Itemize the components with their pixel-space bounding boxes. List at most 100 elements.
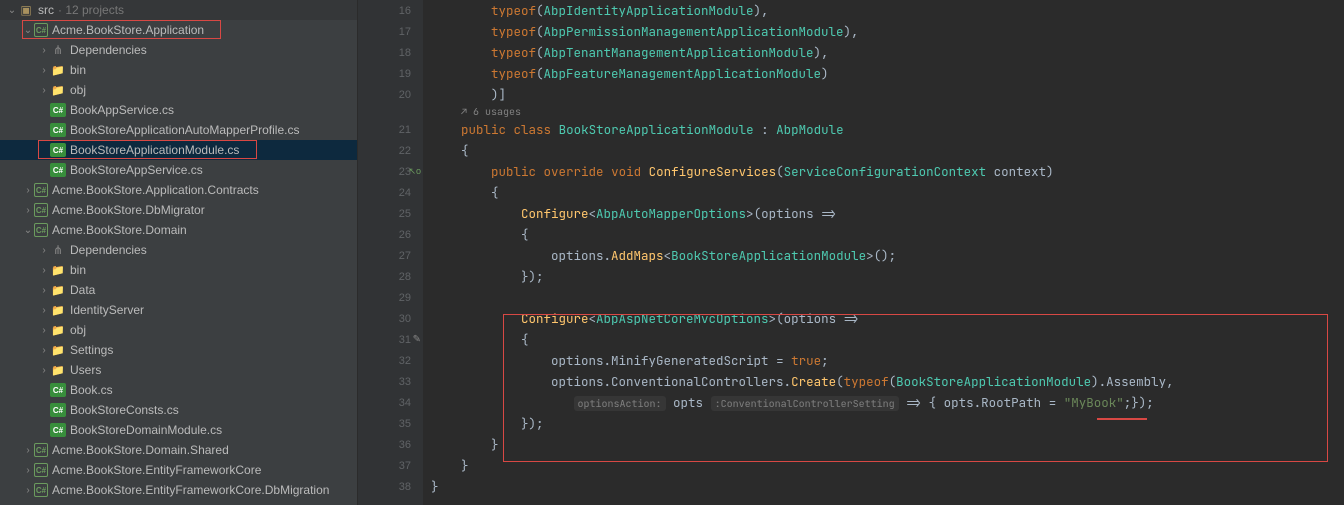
tree-item[interactable]: BookStoreAppService.cs <box>0 160 357 180</box>
code-line[interactable]: } <box>431 455 1344 476</box>
expand-arrow-icon[interactable] <box>22 184 34 196</box>
tree-item[interactable]: Dependencies <box>0 40 357 60</box>
folder-icon <box>50 282 66 298</box>
expand-arrow-icon[interactable] <box>38 344 50 356</box>
tree-item-label: Acme.BookStore.Application.Contracts <box>52 183 259 197</box>
tree-item[interactable]: Settings <box>0 340 357 360</box>
code-line[interactable]: } <box>431 476 1344 497</box>
line-number: 23↖o <box>358 161 423 182</box>
code-line[interactable]: typeof(AbpPermissionManagementApplicatio… <box>431 21 1344 42</box>
tree-root-src[interactable]: src · 12 projects <box>0 0 357 20</box>
code-line[interactable]: options.ConventionalControllers.Create(t… <box>431 371 1344 392</box>
override-icon[interactable]: ↖o <box>408 166 421 177</box>
code-line[interactable]: { <box>431 329 1344 350</box>
code-line[interactable]: typeof(AbpTenantManagementApplicationMod… <box>431 42 1344 63</box>
tree-item[interactable]: Acme.BookStore.EntityFrameworkCore <box>0 460 357 480</box>
tree-item[interactable]: Acme.BookStore.DbMigrator <box>0 200 357 220</box>
line-number: 34 <box>358 392 423 413</box>
tree-item-sublabel: · 12 projects <box>58 3 124 17</box>
line-number: 16 <box>358 0 423 21</box>
tree-item[interactable]: Acme.BookStore.Domain <box>0 220 357 240</box>
tree-item[interactable]: Acme.BookStore.Application <box>0 20 357 40</box>
code-line[interactable]: options.AddMaps<BookStoreApplicationModu… <box>431 245 1344 266</box>
tree-item[interactable]: BookStoreConsts.cs <box>0 400 357 420</box>
project-icon <box>34 23 48 37</box>
spacer <box>38 144 50 156</box>
tree-item[interactable]: obj <box>0 80 357 100</box>
code-line[interactable]: public class BookStoreApplicationModule … <box>431 119 1344 140</box>
tree-item[interactable]: Data <box>0 280 357 300</box>
tree-item[interactable]: Acme.BookStore.Domain.Shared <box>0 440 357 460</box>
expand-arrow-icon[interactable] <box>38 64 50 76</box>
tree-item-label: Acme.BookStore.DbMigrator <box>52 203 205 217</box>
edit-marker-icon: ✎ <box>413 334 421 345</box>
tree-item[interactable]: BookStoreDomainModule.cs <box>0 420 357 440</box>
project-icon <box>34 483 48 497</box>
parameter-hint: optionsAction: <box>574 396 666 411</box>
code-line[interactable]: )] <box>431 84 1344 105</box>
expand-arrow-icon[interactable] <box>38 84 50 96</box>
expand-arrow-icon[interactable] <box>38 264 50 276</box>
code-line[interactable]: public override void ConfigureServices(S… <box>431 161 1344 182</box>
usages-hint[interactable]: ↗ 6 usages <box>461 105 521 119</box>
solution-explorer[interactable]: src · 12 projects Acme.BookStore.Applica… <box>0 0 358 505</box>
expand-arrow-icon[interactable] <box>38 324 50 336</box>
expand-arrow-icon[interactable] <box>38 304 50 316</box>
cs-icon <box>50 143 66 157</box>
expand-arrow-icon[interactable] <box>38 244 50 256</box>
code-line[interactable]: } <box>431 434 1344 455</box>
code-editor[interactable]: 1617181920212223↖o2425262728293031✎32333… <box>358 0 1344 505</box>
code-line[interactable]: }); <box>431 266 1344 287</box>
expand-arrow-icon[interactable] <box>38 364 50 376</box>
tree-item[interactable]: Acme.BookStore.EntityFrameworkCore.DbMig… <box>0 480 357 500</box>
cs-icon <box>50 103 66 117</box>
code-line[interactable]: optionsAction: opts :ConventionalControl… <box>431 392 1344 413</box>
expand-arrow-icon[interactable] <box>22 444 34 456</box>
code-line[interactable]: { <box>431 224 1344 245</box>
code-line[interactable] <box>431 287 1344 308</box>
line-number: 21 <box>358 119 423 140</box>
code-line[interactable]: { <box>431 140 1344 161</box>
expand-arrow-icon[interactable] <box>22 484 34 496</box>
expand-arrow-icon[interactable] <box>22 204 34 216</box>
tree-item[interactable]: obj <box>0 320 357 340</box>
annotation-underline <box>1097 418 1147 420</box>
code-line[interactable]: typeof(AbpIdentityApplicationModule), <box>431 0 1344 21</box>
code-line[interactable]: options.MinifyGeneratedScript = true; <box>431 350 1344 371</box>
expand-arrow-icon[interactable] <box>22 24 34 36</box>
tree-item-label: Dependencies <box>70 43 147 57</box>
tree-item-label: obj <box>70 323 86 337</box>
tree-item-label: BookStoreDomainModule.cs <box>70 423 222 437</box>
expand-arrow-icon[interactable] <box>6 4 18 16</box>
tree-item[interactable]: IdentityServer <box>0 300 357 320</box>
tree-item[interactable]: BookStoreApplicationAutoMapperProfile.cs <box>0 120 357 140</box>
tree-item[interactable]: Dependencies <box>0 240 357 260</box>
tree-item[interactable]: Users <box>0 360 357 380</box>
line-number: 38 <box>358 476 423 497</box>
code-line[interactable]: Configure<AbpAutoMapperOptions>(options … <box>431 203 1344 224</box>
expand-arrow-icon[interactable] <box>38 284 50 296</box>
folder-icon <box>50 342 66 358</box>
tree-item[interactable]: BookStoreApplicationModule.cs <box>0 140 357 160</box>
project-icon <box>34 223 48 237</box>
expand-arrow-icon[interactable] <box>22 224 34 236</box>
line-number: 35 <box>358 413 423 434</box>
tree-item[interactable]: BookAppService.cs <box>0 100 357 120</box>
tree-item[interactable]: bin <box>0 60 357 80</box>
code-content[interactable]: typeof(AbpIdentityApplicationModule), ty… <box>423 0 1344 505</box>
tree-item-label: Data <box>70 283 95 297</box>
code-line[interactable]: { <box>431 182 1344 203</box>
code-line[interactable]: typeof(AbpFeatureManagementApplicationMo… <box>431 63 1344 84</box>
line-number-gutter: 1617181920212223↖o2425262728293031✎32333… <box>358 0 423 505</box>
expand-arrow-icon[interactable] <box>22 464 34 476</box>
code-line[interactable]: }); <box>431 413 1344 434</box>
tree-item[interactable]: bin <box>0 260 357 280</box>
line-number: 32 <box>358 350 423 371</box>
tree-item[interactable]: Acme.BookStore.Application.Contracts <box>0 180 357 200</box>
project-icon <box>34 463 48 477</box>
line-number: 19 <box>358 63 423 84</box>
expand-arrow-icon[interactable] <box>38 44 50 56</box>
tree-item-label: BookAppService.cs <box>70 103 174 117</box>
code-line[interactable]: Configure<AbpAspNetCoreMvcOptions>(optio… <box>431 308 1344 329</box>
tree-item[interactable]: Book.cs <box>0 380 357 400</box>
